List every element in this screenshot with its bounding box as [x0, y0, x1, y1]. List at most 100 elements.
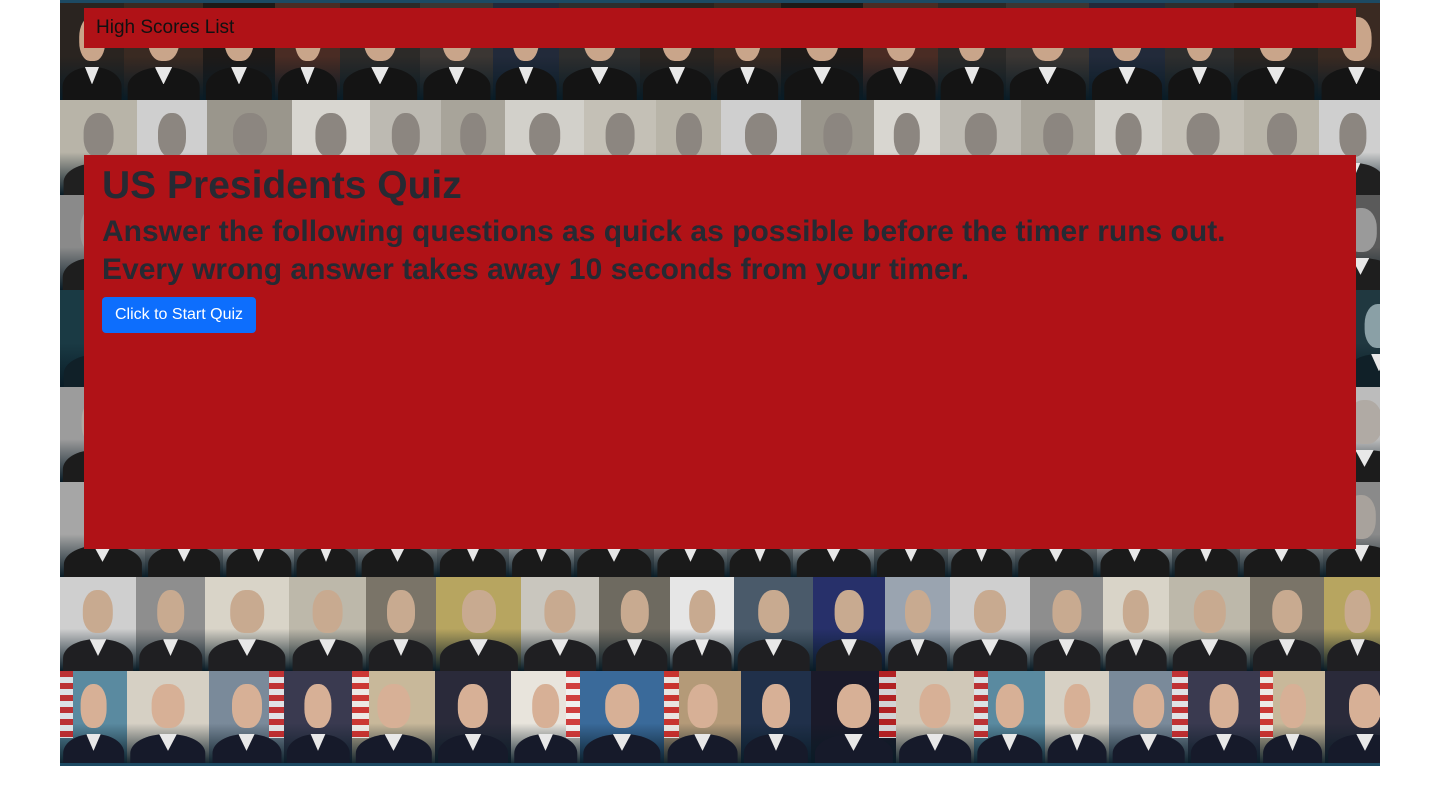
president-portrait-image	[896, 671, 974, 763]
portrait-head-shape	[232, 113, 267, 157]
portrait-head-shape	[620, 590, 649, 634]
president-portrait-image	[1324, 577, 1380, 671]
portrait-head-shape	[605, 684, 639, 728]
flag-stripes-decoration	[60, 671, 74, 738]
portrait-head-shape	[1272, 590, 1302, 634]
quiz-instructions: Answer the following questions as quick …	[102, 215, 1226, 286]
portrait-head-shape	[461, 590, 496, 634]
president-portrait-image	[599, 577, 670, 671]
president-portrait-image	[670, 577, 734, 671]
president-portrait-image	[1045, 671, 1109, 763]
president-portrait-image	[289, 577, 366, 671]
quiz-title: US Presidents Quiz	[102, 164, 462, 207]
flag-stripes-decoration	[566, 671, 580, 738]
flag-stripes-decoration	[269, 671, 284, 738]
collage-row	[60, 577, 1380, 671]
portrait-head-shape	[964, 113, 997, 157]
portrait-head-shape	[544, 590, 576, 634]
portrait-head-shape	[834, 590, 864, 634]
portrait-head-shape	[1064, 684, 1090, 728]
portrait-head-shape	[757, 590, 790, 634]
president-portrait-image	[511, 671, 580, 763]
president-portrait-image	[136, 577, 205, 671]
president-portrait-image	[1030, 577, 1103, 671]
president-portrait-image	[741, 671, 811, 763]
president-portrait-image	[521, 577, 599, 671]
president-portrait-image	[1103, 577, 1169, 671]
portrait-head-shape	[745, 113, 777, 157]
president-portrait-image	[1250, 577, 1324, 671]
portrait-head-shape	[304, 684, 332, 728]
portrait-head-shape	[904, 590, 931, 634]
flag-stripes-decoration	[352, 671, 369, 738]
president-portrait-image	[436, 577, 521, 671]
portrait-head-shape	[1344, 590, 1371, 634]
portrait-head-shape	[1364, 303, 1380, 349]
portrait-head-shape	[156, 590, 185, 634]
portrait-head-shape	[528, 113, 561, 157]
flag-stripes-decoration	[974, 671, 989, 738]
president-portrait-image	[1188, 671, 1260, 763]
portrait-head-shape	[376, 684, 411, 728]
portrait-head-shape	[1349, 684, 1380, 728]
start-quiz-button[interactable]: Click to Start Quiz	[102, 297, 257, 333]
president-portrait-image	[580, 671, 664, 763]
portrait-head-shape	[457, 684, 489, 728]
flag-stripes-decoration	[1260, 671, 1273, 738]
portrait-head-shape	[1186, 113, 1220, 157]
president-portrait-image	[352, 671, 435, 763]
portrait-head-shape	[675, 113, 702, 157]
president-portrait-image	[950, 577, 1030, 671]
portrait-head-shape	[1209, 684, 1239, 728]
portrait-head-shape	[1339, 113, 1367, 157]
president-portrait-image	[1109, 671, 1188, 763]
president-portrait-image	[284, 671, 352, 763]
president-portrait-image	[60, 671, 127, 763]
portrait-head-shape	[82, 590, 114, 634]
portrait-head-shape	[762, 684, 790, 728]
portrait-suit-shape	[1326, 544, 1380, 577]
portrait-head-shape	[151, 684, 185, 728]
president-portrait-image	[885, 577, 950, 671]
portrait-head-shape	[822, 113, 853, 157]
president-portrait-image	[127, 671, 209, 763]
flag-stripes-decoration	[879, 671, 896, 738]
president-portrait-image	[209, 671, 284, 763]
president-portrait-image	[811, 671, 896, 763]
portrait-head-shape	[974, 590, 1006, 634]
president-portrait-image	[1260, 671, 1325, 763]
president-portrait-image	[366, 577, 436, 671]
president-portrait-image	[664, 671, 741, 763]
portrait-head-shape	[80, 684, 107, 728]
president-portrait-image	[1325, 671, 1380, 763]
portrait-head-shape	[531, 684, 560, 728]
portrait-suit-shape	[1328, 733, 1380, 763]
portrait-head-shape	[231, 684, 262, 728]
portrait-head-shape	[893, 113, 921, 157]
president-portrait-image	[974, 671, 1045, 763]
portrait-head-shape	[919, 684, 951, 728]
quiz-intro-panel: US Presidents Quiz Answer the following …	[84, 155, 1356, 549]
portrait-head-shape	[460, 113, 486, 157]
president-portrait-image	[435, 671, 511, 763]
portrait-head-shape	[1193, 590, 1226, 634]
high-scores-link[interactable]: High Scores List	[96, 17, 234, 39]
portrait-head-shape	[605, 113, 635, 157]
portrait-head-shape	[1115, 113, 1142, 157]
portrait-head-shape	[995, 684, 1024, 728]
collage-row	[60, 671, 1380, 763]
flag-stripes-decoration	[1172, 671, 1188, 738]
portrait-head-shape	[1051, 590, 1082, 634]
top-nav-bar: High Scores List	[84, 8, 1356, 48]
president-portrait-image	[205, 577, 289, 671]
flag-stripes-decoration	[664, 671, 680, 738]
portrait-head-shape	[83, 113, 114, 157]
portrait-head-shape	[1279, 684, 1306, 728]
portrait-head-shape	[687, 684, 718, 728]
president-portrait-image	[1169, 577, 1250, 671]
portrait-head-shape	[387, 590, 415, 634]
portrait-head-shape	[312, 590, 343, 634]
portrait-head-shape	[158, 113, 186, 157]
portrait-head-shape	[836, 684, 871, 728]
president-portrait-image	[60, 577, 136, 671]
